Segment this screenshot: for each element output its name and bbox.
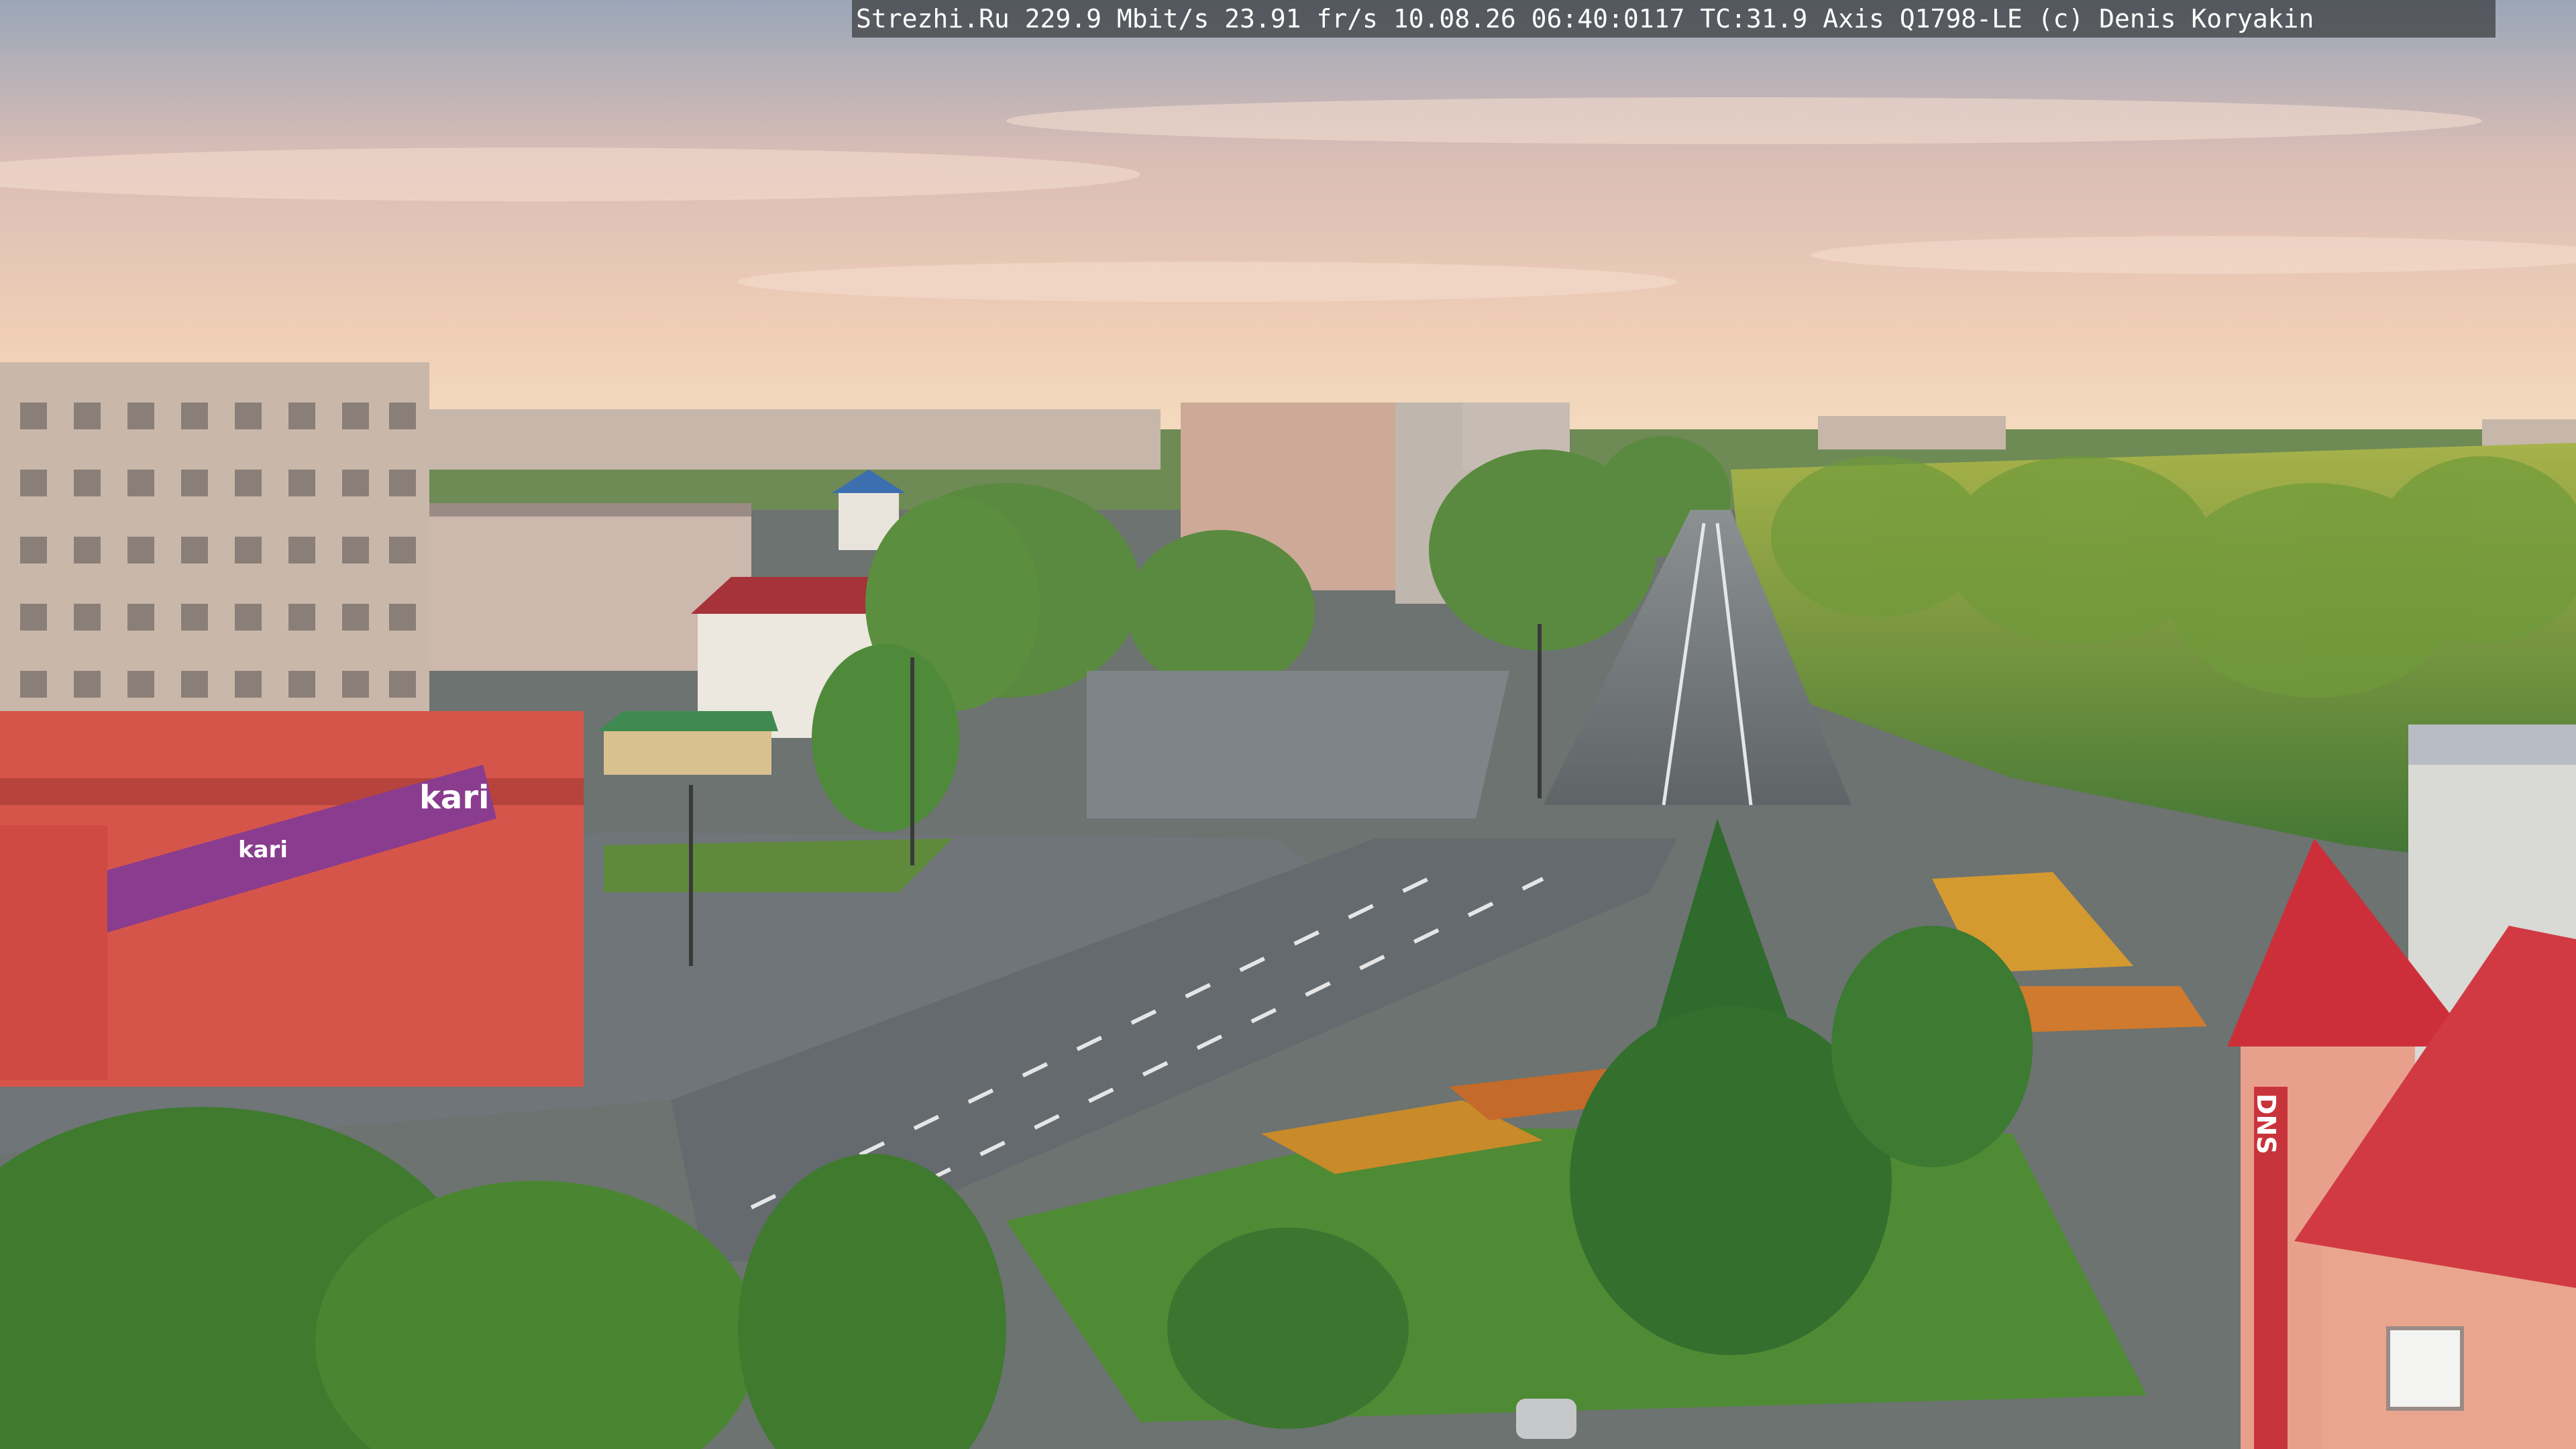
city-scene: kari kari DNS xyxy=(0,0,2576,1449)
tower-sign: DNS xyxy=(2251,1093,2281,1155)
grass-plaza-center xyxy=(604,839,953,892)
webcam-frame: kari kari DNS Strezhi.Ru 229.9 Mbit/s 23… xyxy=(0,0,2576,1449)
store-building: kari kari xyxy=(0,711,584,1087)
plaza xyxy=(1087,671,1509,818)
camera-info-overlay: Strezhi.Ru 229.9 Mbit/s 23.91 fr/s 10.08… xyxy=(852,0,2496,38)
store-brand-sign-small: kari xyxy=(238,837,288,863)
parked-car xyxy=(1516,1399,1576,1439)
store-brand-sign: kari xyxy=(419,779,489,816)
green-kiosk xyxy=(597,711,778,775)
